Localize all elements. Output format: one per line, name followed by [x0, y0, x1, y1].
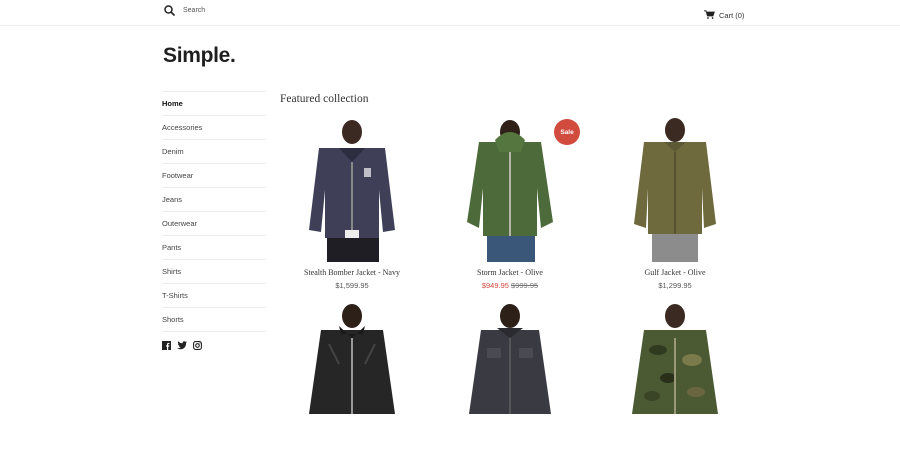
- sidebar-item-t-shirts[interactable]: T-Shirts: [162, 283, 266, 307]
- sale-badge: Sale: [554, 119, 580, 145]
- search-input[interactable]: Search: [183, 7, 205, 14]
- product-card[interactable]: [425, 304, 595, 454]
- social-links: [162, 337, 202, 355]
- product-card[interactable]: [267, 304, 437, 454]
- product-card[interactable]: Stealth Bomber Jacket - Navy $1,599.95: [267, 118, 437, 290]
- sidebar-item-denim[interactable]: Denim: [162, 139, 266, 163]
- sidebar-item-jeans[interactable]: Jeans: [162, 187, 266, 211]
- product-price: $949.95 $999.95: [425, 281, 595, 290]
- top-bar: Search Cart (0): [0, 0, 900, 26]
- search-form[interactable]: Search: [164, 5, 205, 16]
- product-image[interactable]: [299, 118, 405, 262]
- store-logo[interactable]: Simple.: [163, 44, 236, 68]
- sidebar-item-footwear[interactable]: Footwear: [162, 163, 266, 187]
- price-value: $1,299.95: [658, 281, 692, 290]
- cart-label[interactable]: Cart (0): [719, 11, 744, 20]
- product-image[interactable]: [457, 304, 563, 448]
- sidebar-item-home[interactable]: Home: [162, 91, 266, 115]
- product-price: $1,599.95: [267, 281, 437, 290]
- product-image[interactable]: [622, 118, 728, 262]
- sidebar-item-accessories[interactable]: Accessories: [162, 115, 266, 139]
- product-image[interactable]: [299, 304, 405, 448]
- product-card[interactable]: [590, 304, 760, 454]
- product-image[interactable]: [457, 118, 563, 262]
- original-price: $999.95: [511, 281, 539, 290]
- sidebar-item-shorts[interactable]: Shorts: [162, 307, 266, 332]
- price-value: $1,599.95: [335, 281, 369, 290]
- search-icon[interactable]: [164, 5, 175, 16]
- sale-price: $949.95: [481, 281, 509, 290]
- facebook-icon[interactable]: [162, 337, 171, 355]
- featured-collection-title: Featured collection: [280, 93, 369, 105]
- sidebar-nav: Home Accessories Denim Footwear Jeans Ou…: [162, 91, 266, 332]
- product-card[interactable]: Gulf Jacket - Olive $1,299.95: [590, 118, 760, 290]
- instagram-icon[interactable]: [193, 337, 202, 355]
- cart-icon[interactable]: [704, 6, 715, 24]
- sidebar-item-outerwear[interactable]: Outerwear: [162, 211, 266, 235]
- sidebar-item-shirts[interactable]: Shirts: [162, 259, 266, 283]
- product-image[interactable]: [622, 304, 728, 448]
- product-title[interactable]: Gulf Jacket - Olive: [590, 268, 760, 277]
- product-title[interactable]: Stealth Bomber Jacket - Navy: [267, 268, 437, 277]
- cart-link[interactable]: Cart (0): [704, 6, 744, 24]
- twitter-icon[interactable]: [177, 337, 187, 355]
- product-title[interactable]: Storm Jacket - Olive: [425, 268, 595, 277]
- product-price: $1,299.95: [590, 281, 760, 290]
- sidebar-item-pants[interactable]: Pants: [162, 235, 266, 259]
